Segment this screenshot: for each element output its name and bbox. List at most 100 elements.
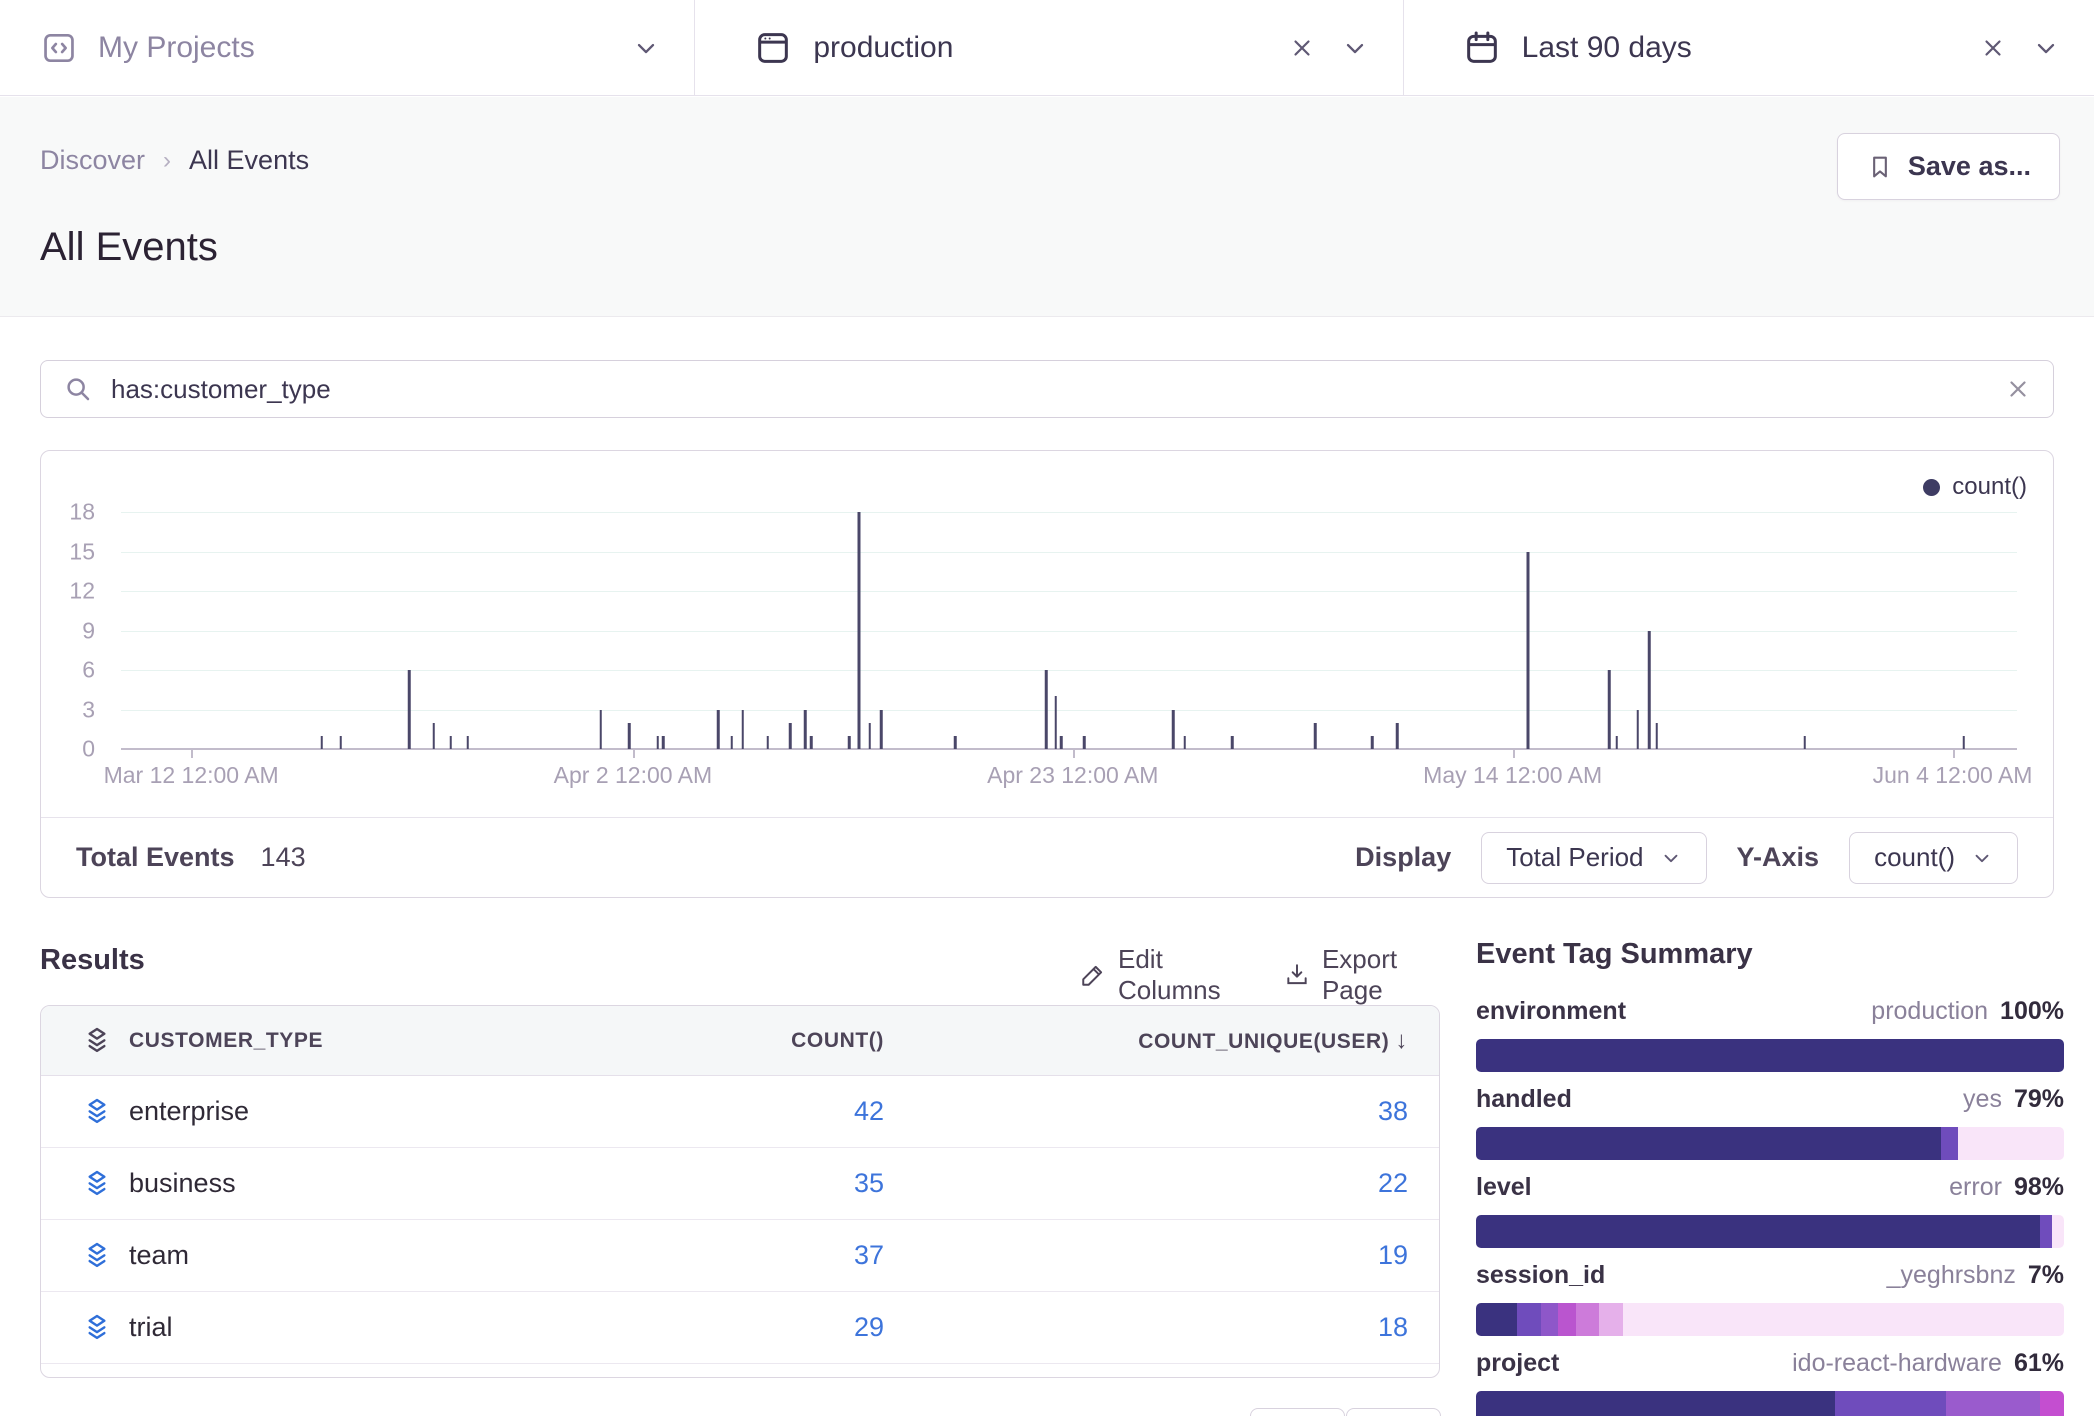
chart-bar xyxy=(848,736,851,749)
tag-distribution-bar[interactable] xyxy=(1476,1391,2064,1416)
cell-count-unique-link[interactable]: 19 xyxy=(884,1240,1408,1271)
clear-search-icon[interactable] xyxy=(2005,376,2031,402)
stack-icon xyxy=(65,1240,129,1272)
search-input[interactable] xyxy=(111,374,1987,405)
edit-columns-button[interactable]: Edit Columns xyxy=(1080,944,1246,1006)
tag-bar-segment xyxy=(1941,1127,1959,1160)
chart-bar xyxy=(1183,736,1186,749)
tag-distribution-bar[interactable] xyxy=(1476,1303,2064,1336)
table-row: enterprise4238 xyxy=(41,1076,1439,1148)
results-table-body: enterprise4238business3522team3719trial2… xyxy=(41,1076,1439,1364)
chart-bar xyxy=(880,710,883,750)
tag-entry: levelerror98% xyxy=(1476,1173,2064,1248)
daterange-selector-label: Last 90 days xyxy=(1522,31,1692,65)
breadcrumb-discover-link[interactable]: Discover xyxy=(40,145,145,176)
tag-list: environmentproduction100%handledyes79%le… xyxy=(1476,997,2064,1416)
x-axis-tick-label: May 14 12:00 AM xyxy=(1423,762,1602,789)
cell-count-link[interactable]: 35 xyxy=(664,1168,884,1199)
tag-distribution-bar[interactable] xyxy=(1476,1215,2064,1248)
chart-bar xyxy=(1231,736,1234,749)
pagination-next-button[interactable] xyxy=(1346,1408,1441,1416)
chart-bar xyxy=(1608,670,1611,749)
save-as-label: Save as... xyxy=(1908,151,2031,182)
tag-bar-segment xyxy=(1558,1303,1576,1336)
tag-top-value: ido-react-hardware 61% xyxy=(1792,1349,2064,1378)
discover-page: My Projects production xyxy=(0,0,2094,1416)
chart-bar xyxy=(662,736,665,749)
column-header-count[interactable]: COUNT() xyxy=(664,1029,884,1053)
breadcrumb-current: All Events xyxy=(189,145,309,176)
stack-icon xyxy=(65,1096,129,1128)
page-title: All Events xyxy=(40,225,218,270)
tag-bar-segment xyxy=(2040,1215,2052,1248)
daterange-selector[interactable]: Last 90 days xyxy=(1404,0,2094,95)
cell-count-link[interactable]: 42 xyxy=(664,1096,884,1127)
cell-count-link[interactable]: 29 xyxy=(664,1312,884,1343)
x-axis-tick xyxy=(191,749,193,758)
y-axis-tick-label: 15 xyxy=(35,538,95,565)
tag-percent: 61% xyxy=(2014,1349,2064,1378)
tag-entry-header: levelerror98% xyxy=(1476,1173,2064,1203)
yaxis-dropdown[interactable]: count() xyxy=(1849,832,2018,884)
chart-bar xyxy=(450,736,453,749)
chart-bar xyxy=(1803,736,1806,749)
tag-distribution-bar[interactable] xyxy=(1476,1127,2064,1160)
stack-icon xyxy=(65,1312,129,1344)
total-events-value: 143 xyxy=(261,842,306,873)
display-dropdown-value: Total Period xyxy=(1506,842,1643,873)
tag-bar-segment xyxy=(1576,1303,1600,1336)
pagination-previous-button[interactable] xyxy=(1250,1408,1345,1416)
projects-icon xyxy=(40,29,78,67)
chevron-down-icon[interactable] xyxy=(632,34,660,62)
export-page-button[interactable]: Export Page xyxy=(1284,944,1440,1006)
tag-percent: 79% xyxy=(2014,1085,2064,1114)
chevron-down-icon xyxy=(1660,847,1682,869)
x-axis-tick-label: Apr 23 12:00 AM xyxy=(987,762,1158,789)
cell-count-unique-link[interactable]: 22 xyxy=(884,1168,1408,1199)
project-selector[interactable]: My Projects xyxy=(0,0,694,95)
column-header-count-unique-user[interactable]: COUNT_UNIQUE(USER)↓ xyxy=(884,1027,1408,1055)
y-axis-tick-label: 18 xyxy=(35,499,95,526)
chart-bar xyxy=(1054,696,1057,749)
display-dropdown[interactable]: Total Period xyxy=(1481,832,1706,884)
chart-bar xyxy=(789,723,792,749)
tag-value: ido-react-hardware xyxy=(1792,1349,2002,1378)
tag-entry-header: session_id_yeghrsbnz7% xyxy=(1476,1261,2064,1291)
chart-bar xyxy=(810,736,813,749)
chart-bar xyxy=(1648,631,1651,750)
y-axis-tick-label: 9 xyxy=(35,617,95,644)
column-header-customer-type[interactable]: CUSTOMER_TYPE xyxy=(129,1029,664,1053)
environment-selector[interactable]: production xyxy=(695,0,1402,95)
tag-bar-segment xyxy=(1476,1303,1517,1336)
x-axis-tick xyxy=(633,749,635,758)
results-table-header: CUSTOMER_TYPE COUNT() COUNT_UNIQUE(USER)… xyxy=(41,1006,1439,1076)
save-as-button[interactable]: Save as... xyxy=(1837,133,2060,200)
chart-bar xyxy=(1963,736,1966,749)
cell-count-link[interactable]: 37 xyxy=(664,1240,884,1271)
tag-top-value: error98% xyxy=(1949,1173,2064,1202)
download-icon xyxy=(1284,962,1310,988)
cell-count-unique-link[interactable]: 38 xyxy=(884,1096,1408,1127)
y-axis-tick-label: 3 xyxy=(35,696,95,723)
clear-environment-icon[interactable] xyxy=(1289,35,1315,61)
chart-bar xyxy=(1314,723,1317,749)
chevron-down-icon[interactable] xyxy=(1341,34,1369,62)
chart-bar xyxy=(804,710,807,750)
y-axis-tick-label: 6 xyxy=(35,657,95,684)
chart-legend[interactable]: count() xyxy=(1923,473,2027,501)
event-tag-summary: Event Tag Summary environmentproduction1… xyxy=(1476,938,2064,1416)
chart-bar xyxy=(742,710,745,750)
cell-count-unique-link[interactable]: 18 xyxy=(884,1312,1408,1343)
sort-descending-icon: ↓ xyxy=(1395,1027,1408,1054)
chart-bar xyxy=(1045,670,1048,749)
tag-top-value: yes79% xyxy=(1963,1085,2064,1114)
chart-bar xyxy=(599,710,602,750)
x-axis-tick-label: Mar 12 12:00 AM xyxy=(104,762,279,789)
chart-bar xyxy=(467,736,470,749)
tag-distribution-bar[interactable] xyxy=(1476,1039,2064,1072)
chevron-down-icon[interactable] xyxy=(2032,34,2060,62)
tag-entry-header: handledyes79% xyxy=(1476,1085,2064,1115)
results-actions: Edit Columns Export Page xyxy=(1080,944,1440,1006)
events-chart[interactable]: 0369121518Mar 12 12:00 AMApr 2 12:00 AMA… xyxy=(121,512,2017,749)
clear-daterange-icon[interactable] xyxy=(1980,35,2006,61)
